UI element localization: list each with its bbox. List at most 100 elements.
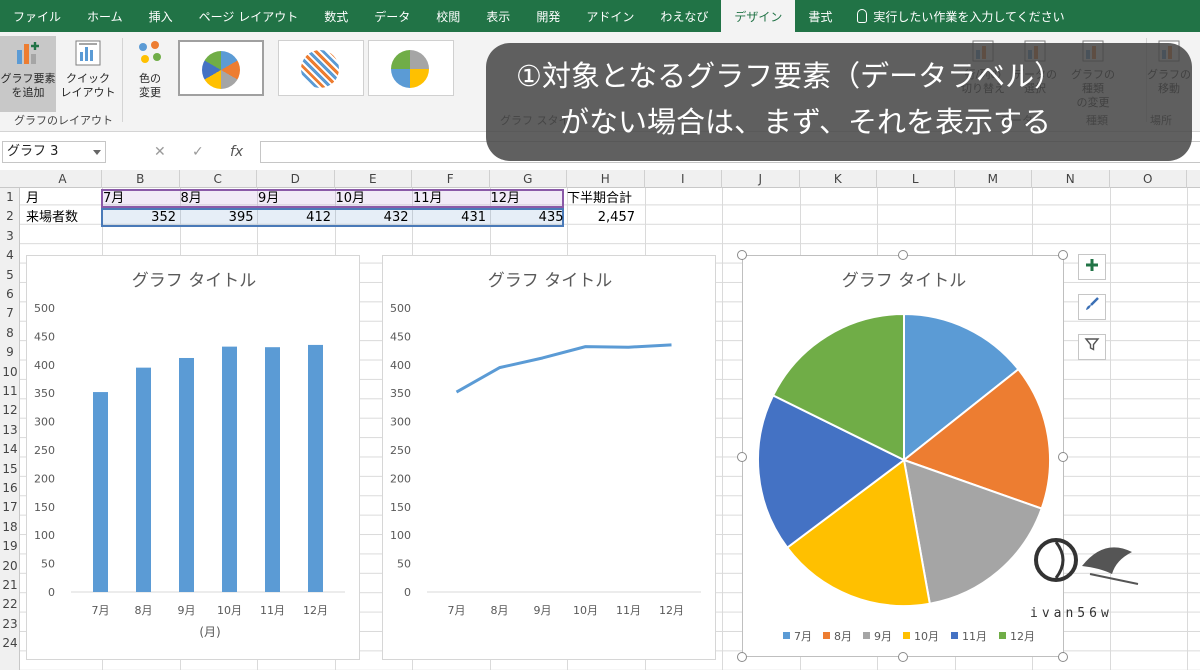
line-chart-x-tick-label: 7月 [448,604,466,617]
cell-h2[interactable]: 2,457 [567,208,635,227]
chart-filters-button[interactable] [1078,334,1106,360]
row-header-6[interactable]: 6 [0,285,20,304]
column-header-d[interactable]: D [257,170,335,188]
row-header-20[interactable]: 20 [0,557,20,576]
tab-5[interactable]: データ [361,0,423,32]
column-header-a[interactable]: A [24,170,102,188]
resize-handle[interactable] [1058,652,1068,662]
resize-handle[interactable] [737,250,747,260]
cell-month[interactable]: 12月 [491,189,521,208]
row-header-19[interactable]: 19 [0,537,20,556]
row-header-18[interactable]: 18 [0,518,20,537]
name-box[interactable]: グラフ 3 [2,141,106,163]
column-header-e[interactable]: E [335,170,412,188]
quick-layout-button[interactable]: クイック レイアウト [58,36,118,112]
row-header-3[interactable]: 3 [0,227,20,246]
tab-11[interactable]: デザイン [721,0,796,32]
cell-a1[interactable]: 月 [26,189,39,208]
column-header-m[interactable]: M [955,170,1032,188]
chart-style-2[interactable] [278,40,364,96]
resize-handle[interactable] [898,250,908,260]
pie-chart[interactable]: グラフ タイトル 7月 8月 9月 10月 11月 12月 [742,255,1064,657]
tab-0[interactable]: ファイル [0,0,74,32]
row-header-21[interactable]: 21 [0,576,20,595]
cell-visitors[interactable]: 352 [103,208,176,227]
change-colors-line1: 色の [139,72,161,85]
cell-visitors[interactable]: 432 [336,208,409,227]
row-header-8[interactable]: 8 [0,324,20,343]
cell-month[interactable]: 7月 [103,189,124,208]
chart-style-1[interactable] [178,40,264,96]
row-header-24[interactable]: 24 [0,634,20,653]
row-header-5[interactable]: 5 [0,266,20,285]
tell-me-search[interactable]: 実行したい作業を入力してください [845,0,1065,32]
line-chart[interactable]: グラフ タイトル 0 50 100 150 200 250 300 350 400 450 500 7月… [382,255,716,660]
cell-visitors[interactable]: 395 [181,208,254,227]
row-header-12[interactable]: 12 [0,401,20,420]
tab-7[interactable]: 表示 [473,0,523,32]
column-header-c[interactable]: C [180,170,257,188]
cell-month[interactable]: 10月 [336,189,366,208]
column-header-i[interactable]: I [645,170,722,188]
cell-visitors[interactable]: 435 [491,208,564,227]
cell-month[interactable]: 9月 [258,189,279,208]
add-chart-element-button[interactable]: グラフ要素 を追加 [0,36,56,112]
row-header-9[interactable]: 9 [0,343,20,362]
resize-handle[interactable] [898,652,908,662]
cell-month[interactable]: 8月 [181,189,202,208]
fx-icon[interactable]: fx [230,144,243,160]
cell-visitors[interactable]: 431 [413,208,486,227]
column-header-h[interactable]: H [567,170,645,188]
row-header-23[interactable]: 23 [0,615,20,634]
chart-styles-button[interactable] [1078,294,1106,320]
tab-3[interactable]: ページ レイアウト [186,0,312,32]
pie-legend-swatch [783,632,790,639]
row-header-11[interactable]: 11 [0,382,20,401]
chart-style-3[interactable] [368,40,454,96]
tab-8[interactable]: 開発 [523,0,573,32]
column-header-f[interactable]: F [412,170,490,188]
tab-1[interactable]: ホーム [74,0,136,32]
tab-12[interactable]: 書式 [795,0,845,32]
row-header-10[interactable]: 10 [0,363,20,382]
lightbulb-icon [857,9,868,23]
cell-a2[interactable]: 来場者数 [26,208,78,227]
resize-handle[interactable] [737,452,747,462]
filter-icon [1084,338,1100,351]
line-chart-y-tick-label: 250 [390,444,411,457]
row-header-4[interactable]: 4 [0,246,20,265]
row-header-16[interactable]: 16 [0,479,20,498]
column-header-o[interactable]: O [1110,170,1187,188]
column-header-l[interactable]: L [877,170,955,188]
column-header-b[interactable]: B [102,170,180,188]
row-header-1[interactable]: 1 [0,188,20,207]
cell-month[interactable]: 11月 [413,189,443,208]
resize-handle[interactable] [1058,250,1068,260]
cell-visitors[interactable]: 412 [258,208,331,227]
resize-handle[interactable] [1058,452,1068,462]
pie-legend-label: 11月 [962,630,987,643]
row-header-17[interactable]: 17 [0,498,20,517]
column-header-j[interactable]: J [722,170,800,188]
tab-9[interactable]: アドイン [573,0,647,32]
change-colors-button[interactable]: 色の 変更 [126,36,174,112]
tab-10[interactable]: わえなび [647,0,721,32]
tab-2[interactable]: 挿入 [136,0,186,32]
row-header-7[interactable]: 7 [0,304,20,323]
row-header-22[interactable]: 22 [0,595,20,614]
chart-elements-button[interactable] [1078,254,1106,280]
cell-h1[interactable]: 下半期合計 [567,189,632,208]
row-header-15[interactable]: 15 [0,460,20,479]
resize-handle[interactable] [737,652,747,662]
check-icon[interactable]: ✓ [192,144,204,160]
cancel-icon[interactable]: ✕ [154,144,166,160]
column-header-g[interactable]: G [490,170,567,188]
row-header-14[interactable]: 14 [0,440,20,459]
tab-6[interactable]: 校閲 [423,0,473,32]
column-header-n[interactable]: N [1032,170,1110,188]
tab-4[interactable]: 数式 [311,0,361,32]
column-header-k[interactable]: K [800,170,877,188]
bar-chart[interactable]: グラフ タイトル 0 50 100 150 200 250 300 350 400 450 500 7月… [26,255,360,660]
row-header-2[interactable]: 2 [0,207,20,226]
row-header-13[interactable]: 13 [0,421,20,440]
